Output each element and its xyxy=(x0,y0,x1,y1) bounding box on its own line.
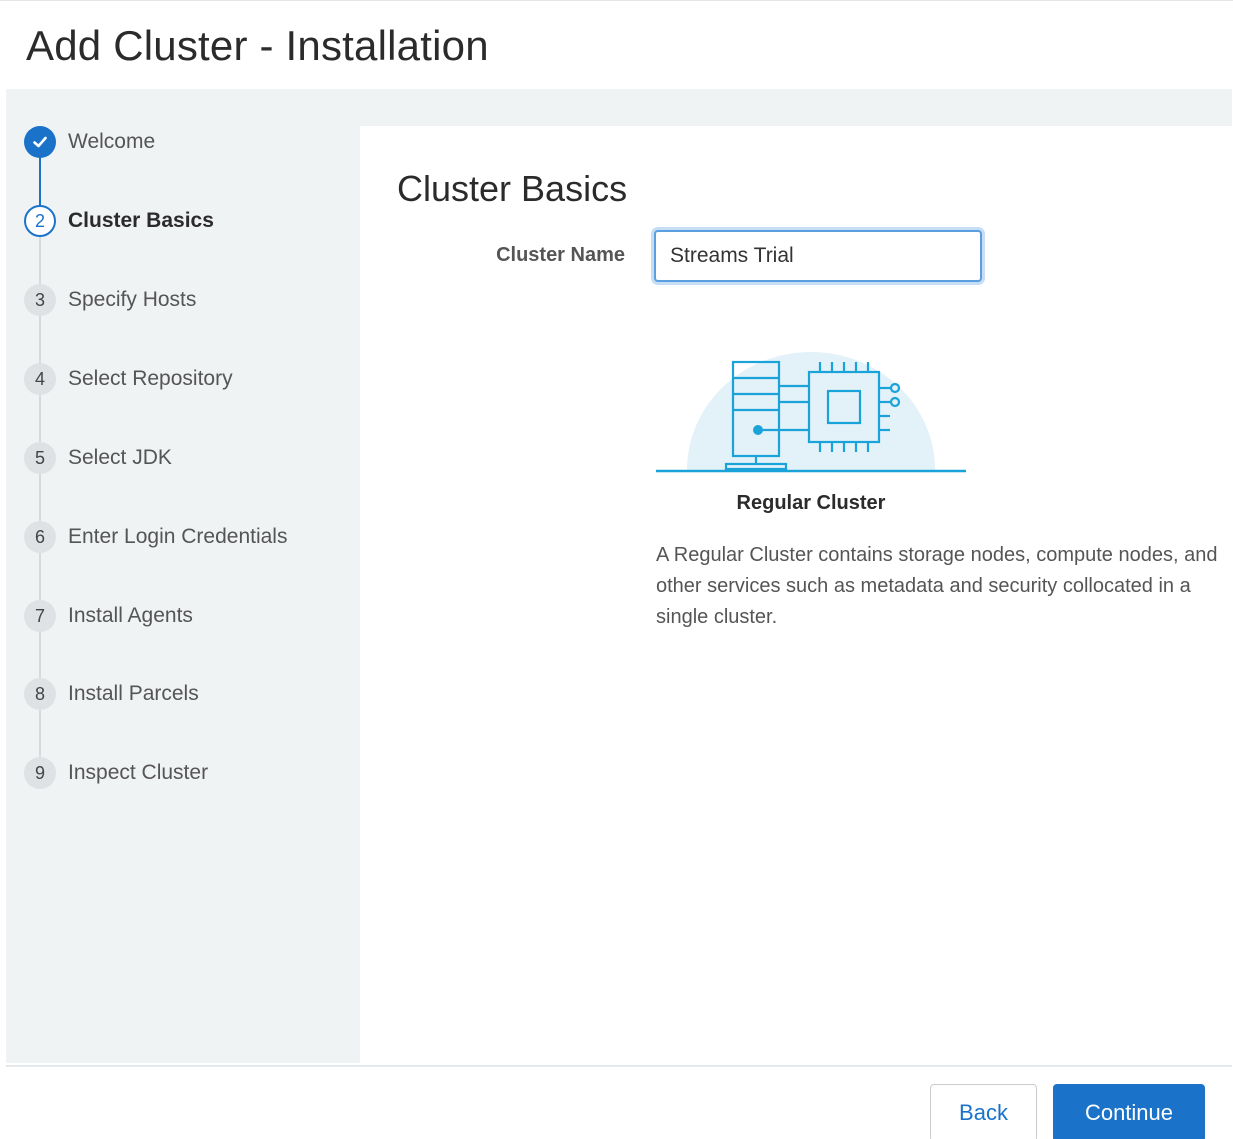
back-button[interactable]: Back xyxy=(930,1084,1037,1139)
step-label: Specify Hosts xyxy=(68,288,197,311)
step-number: 6 xyxy=(24,521,56,553)
step-label: Inspect Cluster xyxy=(68,761,209,784)
step-label: Welcome xyxy=(68,130,156,153)
step-number: 8 xyxy=(24,678,56,710)
cluster-name-label: Cluster Name xyxy=(496,244,625,266)
step-specify-hosts[interactable]: 3 Specify Hosts xyxy=(24,284,196,316)
steps-connector-done xyxy=(39,150,41,208)
step-number: 9 xyxy=(24,757,56,789)
step-number: 4 xyxy=(24,363,56,395)
cluster-type-description: A Regular Cluster contains storage nodes… xyxy=(656,544,1218,628)
step-install-agents[interactable]: 7 Install Agents xyxy=(24,600,193,632)
step-inspect-cluster[interactable]: 9 Inspect Cluster xyxy=(24,757,208,789)
footer-divider xyxy=(6,1065,1232,1067)
step-number: 7 xyxy=(24,600,56,632)
step-select-repository[interactable]: 4 Select Repository xyxy=(24,363,233,395)
cluster-name-input[interactable] xyxy=(654,230,982,282)
cluster-type-label: Regular Cluster xyxy=(736,492,886,514)
step-label: Select JDK xyxy=(68,446,172,469)
check-icon xyxy=(24,126,56,158)
step-select-jdk[interactable]: 5 Select JDK xyxy=(24,442,172,474)
server-chip-icon xyxy=(652,316,970,476)
step-label: Install Agents xyxy=(68,604,193,627)
step-label: Install Parcels xyxy=(68,682,199,705)
step-number: 2 xyxy=(24,205,56,237)
step-label: Select Repository xyxy=(68,367,233,390)
step-label: Cluster Basics xyxy=(68,209,214,232)
step-number: 3 xyxy=(24,284,56,316)
step-welcome[interactable]: Welcome xyxy=(24,126,155,158)
page-title: Add Cluster - Installation xyxy=(26,22,489,69)
section-title: Cluster Basics xyxy=(397,168,628,209)
step-number: 5 xyxy=(24,442,56,474)
top-border xyxy=(0,0,1233,1)
step-label: Enter Login Credentials xyxy=(68,525,288,548)
step-enter-login-credentials[interactable]: 6 Enter Login Credentials xyxy=(24,521,287,553)
continue-button[interactable]: Continue xyxy=(1053,1084,1205,1139)
step-cluster-basics[interactable]: 2 Cluster Basics xyxy=(24,205,214,237)
step-install-parcels[interactable]: 8 Install Parcels xyxy=(24,678,199,710)
